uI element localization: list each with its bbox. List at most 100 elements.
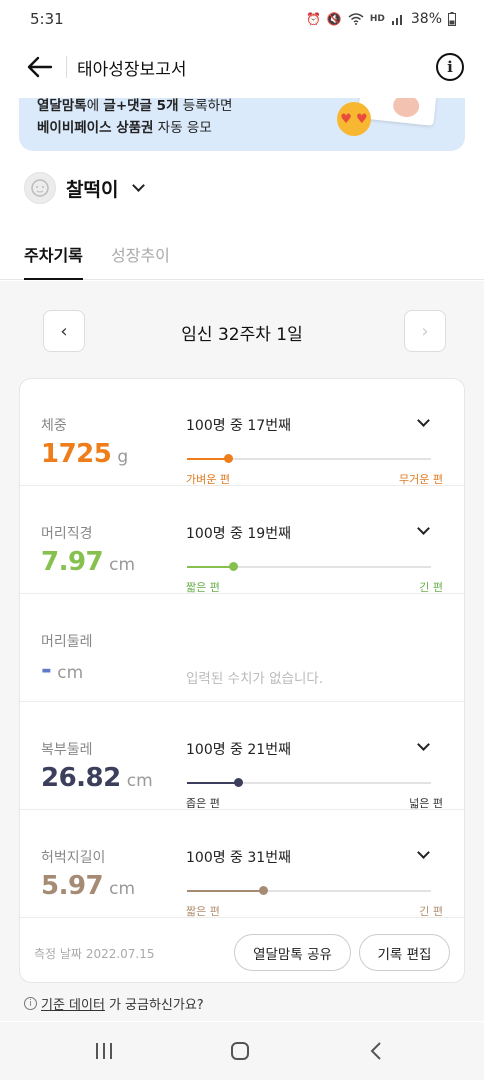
measurement-card: 체중 1725 g 100명 중 17번째 가벼운 편 무거운 편 머리직경 7.… [19,378,465,983]
chevron-down-icon[interactable] [417,522,430,535]
rank-text: 100명 중 31번째 [186,850,291,866]
card-footer: 측정 날짜 2022.07.15 열달맘톡 공유 기록 편집 [20,919,464,983]
row-value: 1725 g [41,439,128,469]
chevron-down-icon[interactable] [417,846,430,859]
value-unit: cm [126,771,153,791]
value-unit: cm [57,663,84,683]
value-unit: g [117,447,129,467]
info-icon: i [447,58,453,76]
percentile-fill [187,458,229,460]
percentile-track [187,886,431,895]
percentile-dot [258,886,268,895]
value-number: - [41,655,52,685]
row-value: 5.97 cm [41,871,135,901]
scale-right-label: 긴 편 [419,905,443,918]
scale-right-label: 넓은 편 [409,797,443,810]
arrow-left-icon [27,56,53,78]
row-value: - cm [41,655,83,685]
reference-data-help[interactable]: i 기준 데이터 가 궁금하신가요? [24,994,204,1013]
measured-date-value: 2022.07.15 [85,947,155,961]
percentile-fill [187,566,234,568]
baby-selector[interactable]: 찰떡이 [24,172,146,204]
scale-left-label: 짧은 편 [186,905,220,918]
rank-text: 100명 중 19번째 [186,526,291,542]
tab-bar: 주차기록 성장추이 [0,232,484,280]
percentile-track [187,562,431,571]
tab-growth-trend[interactable]: 성장추이 [111,242,170,280]
row-head-circumference[interactable]: 머리둘레 - cm 입력된 수치가 없습니다. [20,595,464,702]
battery-percent: 38% [410,11,442,27]
banner-highlight: 베이비페이스 상품권 [37,120,154,136]
status-time: 5:31 [30,10,64,28]
measured-date: 측정 날짜 2022.07.15 [34,945,155,962]
system-back-button[interactable] [361,1038,391,1064]
header-divider [66,56,67,78]
faq-suffix: 가 궁금하신가요? [108,998,204,1013]
row-value: 26.82 cm [41,763,153,793]
row-femur-length[interactable]: 허벅지길이 5.97 cm 100명 중 31번째 짧은 편 긴 편 [20,811,464,918]
status-icons: ⏰ 🔇 HD 38% [306,11,456,27]
row-value: 7.97 cm [41,547,135,577]
back-button[interactable] [20,47,60,87]
row-abdominal-circumference[interactable]: 복부둘레 26.82 cm 100명 중 21번째 좁은 편 넓은 편 [20,703,464,810]
banner-highlight: 글+댓글 5개 [103,98,179,114]
row-label: 체중 [41,418,67,434]
row-label: 허벅지길이 [41,850,106,866]
value-number: 1725 [41,439,112,469]
alarm-icon: ⏰ [305,12,321,26]
recents-icon [96,1043,112,1059]
percentile-fill [187,890,263,892]
baby-avatar [24,172,56,204]
scale-left-label: 짧은 편 [186,581,220,594]
chevron-right-icon: › [421,320,429,342]
rank-text: 100명 중 17번째 [186,418,291,434]
page-title: 태아성장보고서 [77,59,187,80]
system-nav-bar [0,1022,484,1080]
chevron-left-icon [370,1042,381,1060]
row-label: 복부둘레 [41,742,93,758]
percentile-dot [234,778,244,787]
chevron-down-icon[interactable] [417,738,430,751]
chevron-down-icon[interactable] [417,414,430,427]
recents-button[interactable] [89,1038,119,1064]
tab-weekly-record[interactable]: 주차기록 [24,242,83,280]
baby-name: 찰떡이 [66,178,119,201]
home-icon [231,1042,249,1060]
banner-text: 자동 응모 [153,120,212,136]
info-button[interactable]: i [436,53,464,81]
info-icon: i [24,997,37,1010]
scale-left-label: 가벼운 편 [186,473,230,486]
value-number: 5.97 [41,871,104,901]
edit-record-button[interactable]: 기록 편집 [359,934,450,971]
scale-left-label: 좁은 편 [186,797,220,810]
row-head-diameter[interactable]: 머리직경 7.97 cm 100명 중 19번째 짧은 편 긴 편 [20,487,464,594]
promo-banner[interactable]: 열달맘톡에 글+댓글 5개 등록하면 베이비페이스 상품권 자동 응모 ♥ ♥ [19,98,465,151]
row-label: 머리직경 [41,526,93,542]
reference-data-link[interactable]: 기준 데이터 [41,994,105,1013]
percentile-dot [229,562,239,571]
banner-text: 에 [86,98,104,114]
status-bar: 5:31 ⏰ 🔇 HD 38% [0,0,484,38]
signal-icon [391,15,402,25]
app-header: 태아성장보고서 i [0,42,484,92]
value-unit: cm [109,555,136,575]
row-label: 머리둘레 [41,634,93,650]
share-button[interactable]: 열달맘톡 공유 [234,934,351,971]
network-badge: HD [369,14,385,24]
percentile-fill [187,782,239,784]
heart-eyes-emoji-icon: ♥ ♥ [337,102,371,136]
home-button[interactable] [225,1038,255,1064]
percentile-dot [224,454,234,463]
banner-text: 등록하면 [178,98,233,114]
value-unit: cm [109,879,136,899]
chevron-down-icon [132,179,146,192]
empty-message: 입력된 수치가 없습니다. [186,671,324,687]
wifi-icon [348,13,364,25]
mute-icon: 🔇 [326,12,342,26]
rank-text: 100명 중 21번째 [186,742,291,758]
week-navigator: ‹ 임신 32주차 1일 › [0,310,484,352]
scale-right-label: 긴 편 [419,581,443,594]
value-number: 7.97 [41,547,104,577]
next-week-button[interactable]: › [404,310,446,352]
row-weight[interactable]: 체중 1725 g 100명 중 17번째 가벼운 편 무거운 편 [20,379,464,486]
